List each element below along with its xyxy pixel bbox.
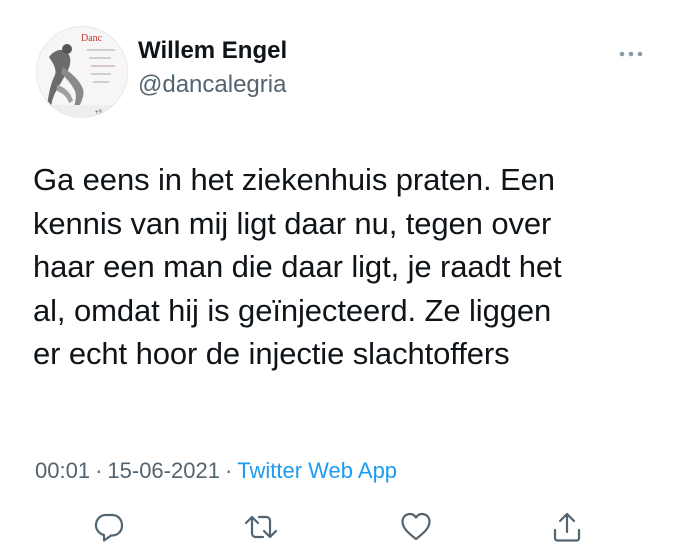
- tweet-line: haar een man die daar ligt, je raadt het: [33, 249, 562, 284]
- tweet-header: Danc ia.com +3 Willem Engel @dancalegria: [36, 26, 646, 118]
- tweet-time[interactable]: 00:01: [35, 458, 90, 483]
- retweet-icon: [243, 510, 279, 544]
- tweet-line: kennis van mij ligt daar nu, tegen over: [33, 205, 552, 241]
- tweet-meta: 00:01 · 15-06-2021 · Twitter Web App: [35, 458, 397, 484]
- share-button[interactable]: [550, 510, 584, 544]
- like-icon: [399, 510, 433, 544]
- meta-separator: ·: [224, 458, 233, 483]
- retweet-button[interactable]: [243, 510, 279, 544]
- tweet-source-link[interactable]: Twitter Web App: [237, 458, 397, 483]
- tweet-line: er echt hoor de injectie slachtoffers: [33, 336, 510, 371]
- tweet-actions: [0, 510, 680, 550]
- reply-icon: [92, 510, 126, 544]
- tweet-card: Danc ia.com +3 Willem Engel @dancalegria: [0, 0, 680, 559]
- svg-text:+3: +3: [95, 110, 103, 116]
- reply-button[interactable]: [92, 510, 126, 544]
- user-handle[interactable]: @dancalegria: [138, 70, 287, 100]
- tweet-line: Ga eens in het ziekenhuis praten. Een: [33, 162, 555, 197]
- svg-text:Danc: Danc: [81, 33, 103, 44]
- more-horizontal-icon: [616, 51, 646, 68]
- like-button[interactable]: [399, 510, 433, 544]
- tweet-date[interactable]: 15-06-2021: [107, 458, 220, 483]
- more-button[interactable]: [616, 44, 646, 64]
- avatar[interactable]: Danc ia.com +3: [36, 26, 128, 118]
- avatar-image: Danc ia.com +3: [37, 27, 127, 117]
- share-icon: [550, 510, 584, 544]
- user-names: Willem Engel @dancalegria: [138, 36, 287, 100]
- svg-text:ia.com: ia.com: [41, 110, 59, 116]
- meta-separator: ·: [95, 458, 103, 483]
- tweet-line: al, omdat hij is geïnjecteerd. Ze liggen: [33, 292, 552, 328]
- tweet-text: Ga eens in het ziekenhuis praten. Een ke…: [33, 158, 653, 376]
- display-name[interactable]: Willem Engel: [138, 36, 287, 66]
